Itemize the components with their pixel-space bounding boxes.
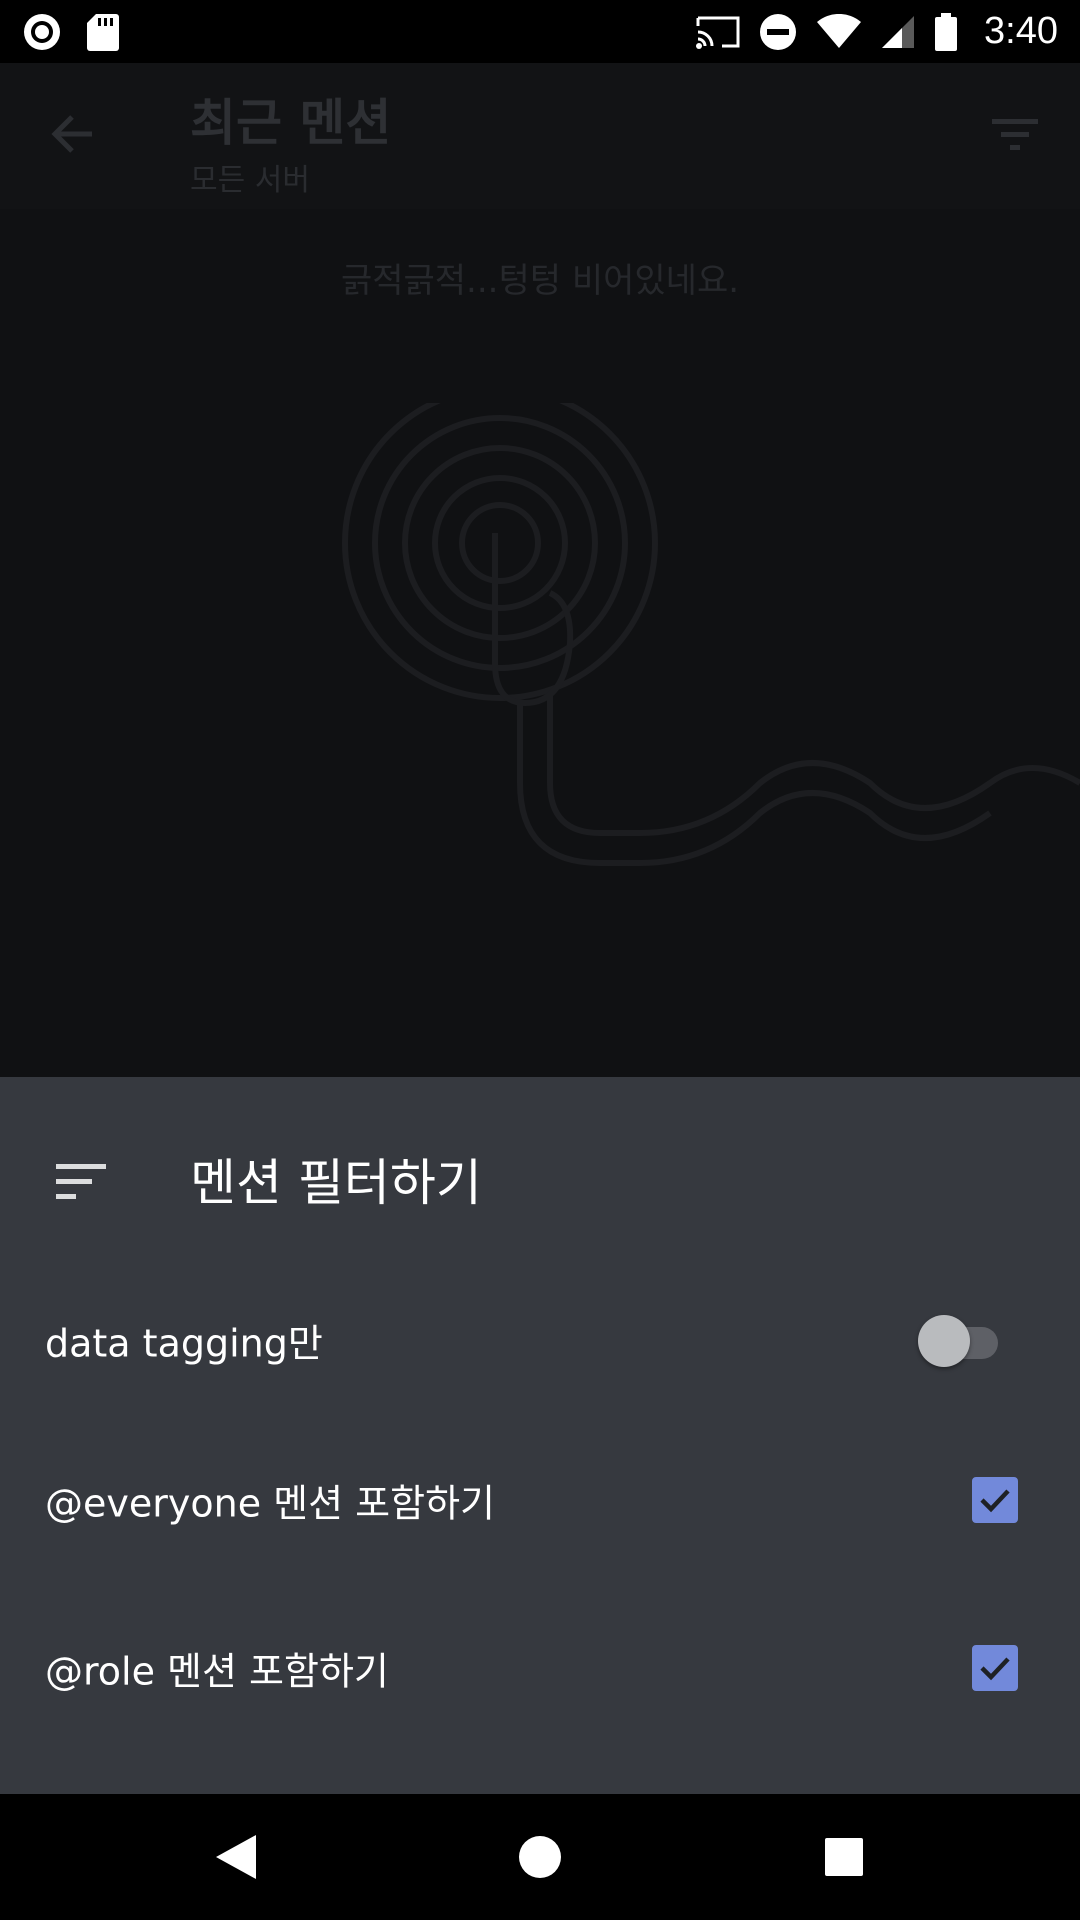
checkmark-icon [980,1657,1010,1681]
do-not-disturb-icon [760,13,797,50]
nav-home-button[interactable] [510,1827,570,1887]
wifi-icon [817,13,862,48]
app-header: 최근 멘션 모든 서버 [0,63,1080,209]
checkmark-icon [980,1489,1010,1513]
status-bar: 3:40 [0,0,1080,63]
cast-icon [696,16,740,49]
cell-signal-icon [882,15,915,48]
navigation-bar [0,1794,1080,1920]
page-subtitle: 모든 서버 [190,163,310,198]
option-row-everyone[interactable]: @everyone 멘션 포함하기 [0,1420,1080,1580]
back-arrow-icon[interactable] [48,109,98,159]
everyone-checkbox[interactable] [972,1477,1018,1523]
option-row-data-tagging[interactable]: data tagging만 [0,1260,1080,1420]
sheet-title: 멘션 필터하기 [190,1154,482,1212]
sheet-header: 멘션 필터하기 [0,1077,1080,1277]
battery-icon [935,12,958,51]
record-icon [24,13,60,50]
option-label: @everyone 멘션 포함하기 [45,1481,495,1526]
empty-state-message: 긁적긁적...텅텅 비어있네요. [340,261,740,301]
nav-back-button[interactable] [206,1827,266,1887]
clock: 3:40 [984,10,1058,52]
empty-state-illustration [342,403,1080,866]
page-title: 최근 멘션 [190,94,392,152]
back-triangle-icon [216,1835,256,1879]
nav-recents-button[interactable] [814,1827,874,1887]
option-label: data tagging만 [45,1321,323,1366]
mentions-screen: 최근 멘션 모든 서버 긁적긁적...텅텅 비어있네요. [0,63,1080,1077]
option-label: @role 멘션 포함하기 [45,1649,389,1694]
filter-icon[interactable] [990,115,1040,155]
option-row-role[interactable]: @role 멘션 포함하기 [0,1588,1080,1748]
toggle-thumb [918,1315,970,1367]
sort-icon [56,1164,106,1199]
home-circle-icon [519,1836,561,1878]
recents-square-icon [825,1838,863,1876]
role-checkbox[interactable] [972,1645,1018,1691]
data-tagging-toggle[interactable] [918,1315,1004,1367]
filter-bottom-sheet: 멘션 필터하기 data tagging만 @everyone 멘션 포함하기 … [0,1077,1080,1794]
sd-card-icon [87,13,119,51]
